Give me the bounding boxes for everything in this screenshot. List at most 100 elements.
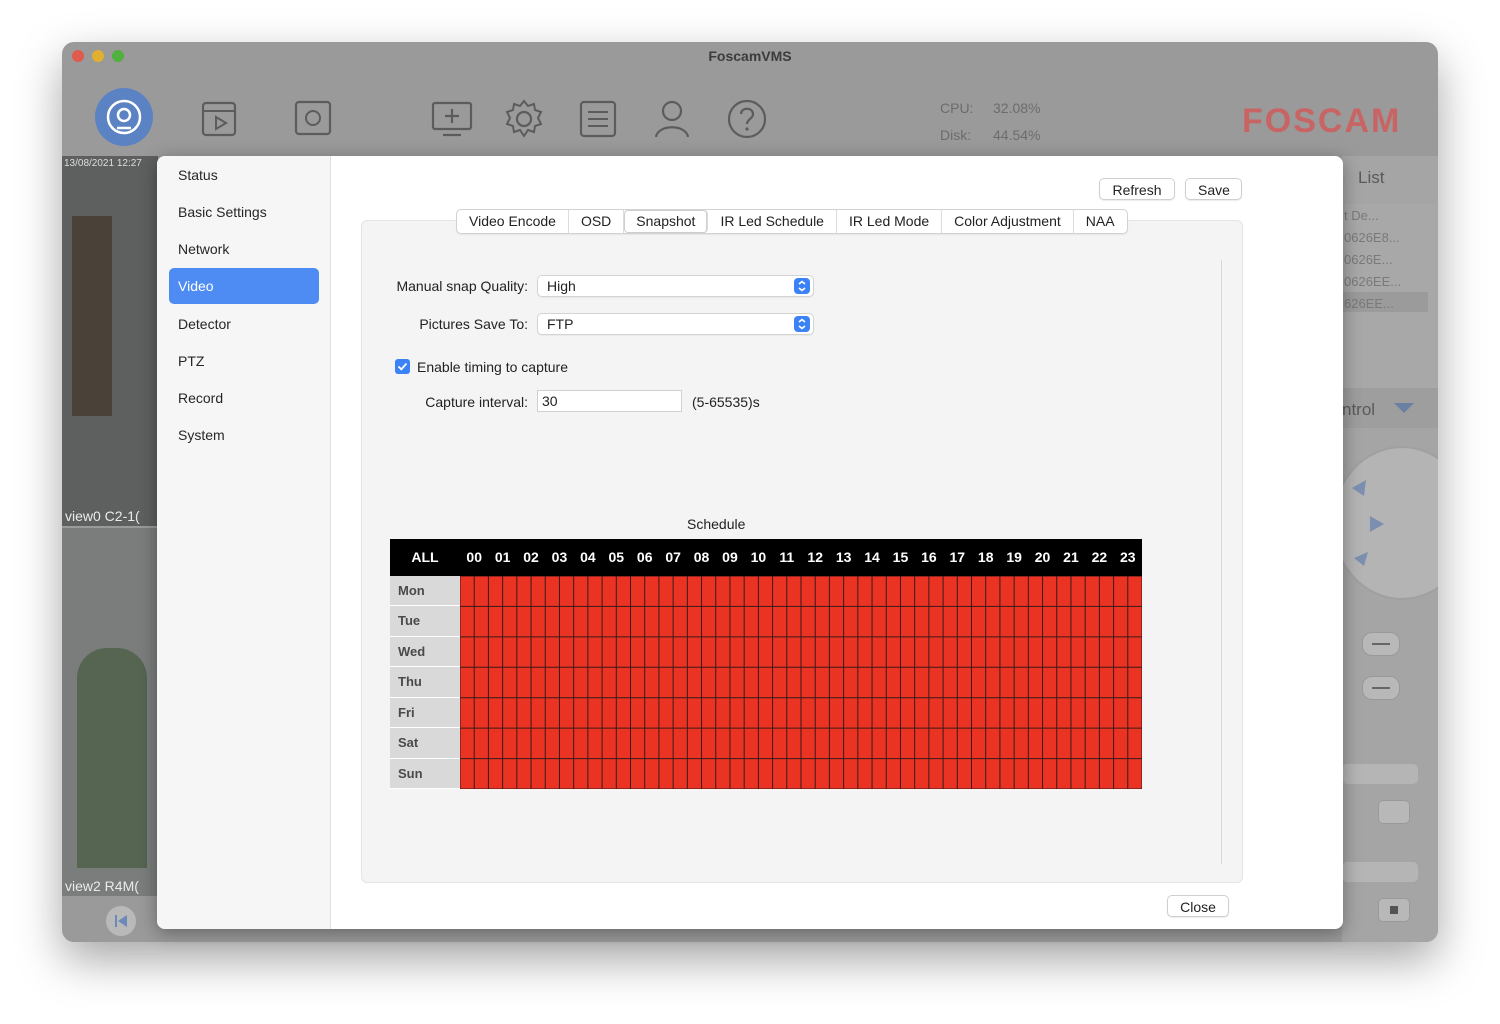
control-header[interactable]: ntrol xyxy=(1342,388,1438,428)
schedule-cell-lines xyxy=(460,576,1142,789)
record-view-icon[interactable] xyxy=(290,96,336,142)
schedule-day-sun[interactable]: Sun xyxy=(390,758,460,789)
schedule-hour-11[interactable]: 11 xyxy=(773,539,801,576)
preset-select[interactable] xyxy=(1342,764,1418,784)
stop-button[interactable] xyxy=(1378,898,1410,922)
tab-ir-led-schedule[interactable]: IR Led Schedule xyxy=(708,210,837,233)
device-list: t De... 0626E8... 0626E... 0626EE... 626… xyxy=(1342,204,1438,388)
settings-gear-icon[interactable] xyxy=(501,96,547,142)
sidebar-item-record[interactable]: Record xyxy=(169,380,319,416)
live-view-icon[interactable] xyxy=(95,88,153,146)
panel-scrollbar[interactable] xyxy=(1221,260,1222,864)
schedule-day-mon[interactable]: Mon xyxy=(390,576,460,607)
schedule-hour-01[interactable]: 01 xyxy=(488,539,516,576)
tab-video-encode[interactable]: Video Encode xyxy=(457,210,569,233)
list-item[interactable]: 0626E... xyxy=(1344,252,1392,267)
schedule-hour-12[interactable]: 12 xyxy=(801,539,829,576)
quality-value: High xyxy=(547,278,576,294)
close-button[interactable]: Close xyxy=(1167,895,1229,917)
refresh-button[interactable]: Refresh xyxy=(1099,178,1175,200)
feed-label-view2: view2 R4M( xyxy=(65,878,139,894)
schedule-hour-13[interactable]: 13 xyxy=(829,539,857,576)
cruise-select[interactable] xyxy=(1342,862,1418,882)
save-to-select[interactable]: FTP xyxy=(537,313,814,335)
close-window-button[interactable] xyxy=(72,50,84,62)
sidebar-item-video[interactable]: Video xyxy=(169,268,319,304)
schedule-hour-22[interactable]: 22 xyxy=(1085,539,1113,576)
sidebar-item-detector[interactable]: Detector xyxy=(169,306,319,342)
sidebar-item-status[interactable]: Status xyxy=(169,157,319,193)
schedule-grid[interactable]: ALL 00 01 02 03 04 05 06 07 08 09 10 11 12 13 14 15 16 17… xyxy=(390,539,1142,789)
user-icon[interactable] xyxy=(649,96,695,142)
log-list-icon[interactable] xyxy=(575,96,621,142)
focus-out-button[interactable] xyxy=(1362,676,1400,700)
schedule-hour-18[interactable]: 18 xyxy=(972,539,1000,576)
save-to-label: Pictures Save To: xyxy=(419,316,528,332)
feed-scene-shape xyxy=(72,216,112,416)
schedule-hour-04[interactable]: 04 xyxy=(574,539,602,576)
schedule-day-wed[interactable]: Wed xyxy=(390,636,460,668)
schedule-all-button[interactable]: ALL xyxy=(390,539,460,576)
schedule-hour-14[interactable]: 14 xyxy=(858,539,886,576)
schedule-cells[interactable] xyxy=(460,576,1142,789)
schedule-hour-23[interactable]: 23 xyxy=(1114,539,1142,576)
tab-osd[interactable]: OSD xyxy=(569,210,625,233)
schedule-hour-21[interactable]: 21 xyxy=(1057,539,1085,576)
schedule-hour-15[interactable]: 15 xyxy=(886,539,914,576)
previous-button[interactable] xyxy=(106,906,136,936)
camera-feed-view0[interactable]: 13/08/2021 12:27 view0 C2-1( xyxy=(62,156,158,526)
schedule-day-thu[interactable]: Thu xyxy=(390,667,460,698)
tab-color-adjustment[interactable]: Color Adjustment xyxy=(942,210,1074,233)
minimize-window-button[interactable] xyxy=(92,50,104,62)
list-item[interactable]: 0626EE... xyxy=(1344,274,1401,289)
schedule-hour-17[interactable]: 17 xyxy=(943,539,971,576)
schedule-day-fri[interactable]: Fri xyxy=(390,697,460,729)
tab-ir-led-mode[interactable]: IR Led Mode xyxy=(837,210,943,233)
quality-select[interactable]: High xyxy=(537,275,814,297)
help-icon[interactable] xyxy=(724,96,770,142)
chevron-down-icon xyxy=(1394,402,1414,420)
schedule-hour-19[interactable]: 19 xyxy=(1000,539,1028,576)
sidebar-item-ptz[interactable]: PTZ xyxy=(169,343,319,379)
cpu-label: CPU: xyxy=(940,100,974,116)
schedule-hour-16[interactable]: 16 xyxy=(915,539,943,576)
zoom-out-button[interactable] xyxy=(1362,632,1400,656)
foscam-logo: FOSCAM xyxy=(1242,102,1402,140)
schedule-hour-10[interactable]: 10 xyxy=(744,539,772,576)
schedule-hour-03[interactable]: 03 xyxy=(545,539,573,576)
schedule-hour-06[interactable]: 06 xyxy=(631,539,659,576)
add-device-icon[interactable] xyxy=(429,96,475,142)
zoom-window-button[interactable] xyxy=(112,50,124,62)
list-item[interactable]: 0626E8... xyxy=(1344,230,1400,245)
schedule-hour-09[interactable]: 09 xyxy=(716,539,744,576)
list-item[interactable]: 626EE... xyxy=(1344,296,1394,311)
cursor-add-icon[interactable] xyxy=(1378,800,1410,824)
interval-input[interactable]: 30 xyxy=(537,390,682,412)
schedule-hour-00[interactable]: 00 xyxy=(460,539,488,576)
schedule-day-sat[interactable]: Sat xyxy=(390,728,460,759)
tab-snapshot[interactable]: Snapshot xyxy=(624,210,709,233)
timing-label[interactable]: Enable timing to capture xyxy=(417,359,568,375)
sidebar-item-basic-settings[interactable]: Basic Settings xyxy=(169,194,319,230)
disk-value: 44.54% xyxy=(993,127,1041,143)
feed-timestamp: 13/08/2021 12:27 xyxy=(64,158,142,169)
schedule-hour-02[interactable]: 02 xyxy=(517,539,545,576)
sidebar-item-network[interactable]: Network xyxy=(169,231,319,267)
list-item[interactable]: t De... xyxy=(1344,208,1379,223)
schedule-hour-08[interactable]: 08 xyxy=(687,539,715,576)
select-arrows-icon xyxy=(794,278,810,294)
disk-stat: Disk: 44.54% xyxy=(940,127,1040,143)
tab-naa[interactable]: NAA xyxy=(1074,210,1127,233)
save-button[interactable]: Save xyxy=(1185,178,1242,200)
schedule-hour-20[interactable]: 20 xyxy=(1028,539,1056,576)
timing-checkbox[interactable] xyxy=(395,359,410,374)
sidebar-item-system[interactable]: System xyxy=(169,417,319,453)
schedule-hour-05[interactable]: 05 xyxy=(602,539,630,576)
camera-feed-view2[interactable]: view2 R4M( xyxy=(62,528,158,896)
ptz-control-wheel[interactable] xyxy=(1332,446,1438,600)
feed-scene-plant xyxy=(77,648,147,868)
playback-icon[interactable] xyxy=(196,96,242,142)
schedule-day-tue[interactable]: Tue xyxy=(390,606,460,637)
schedule-hour-07[interactable]: 07 xyxy=(659,539,687,576)
quality-label: Manual snap Quality: xyxy=(396,278,528,294)
